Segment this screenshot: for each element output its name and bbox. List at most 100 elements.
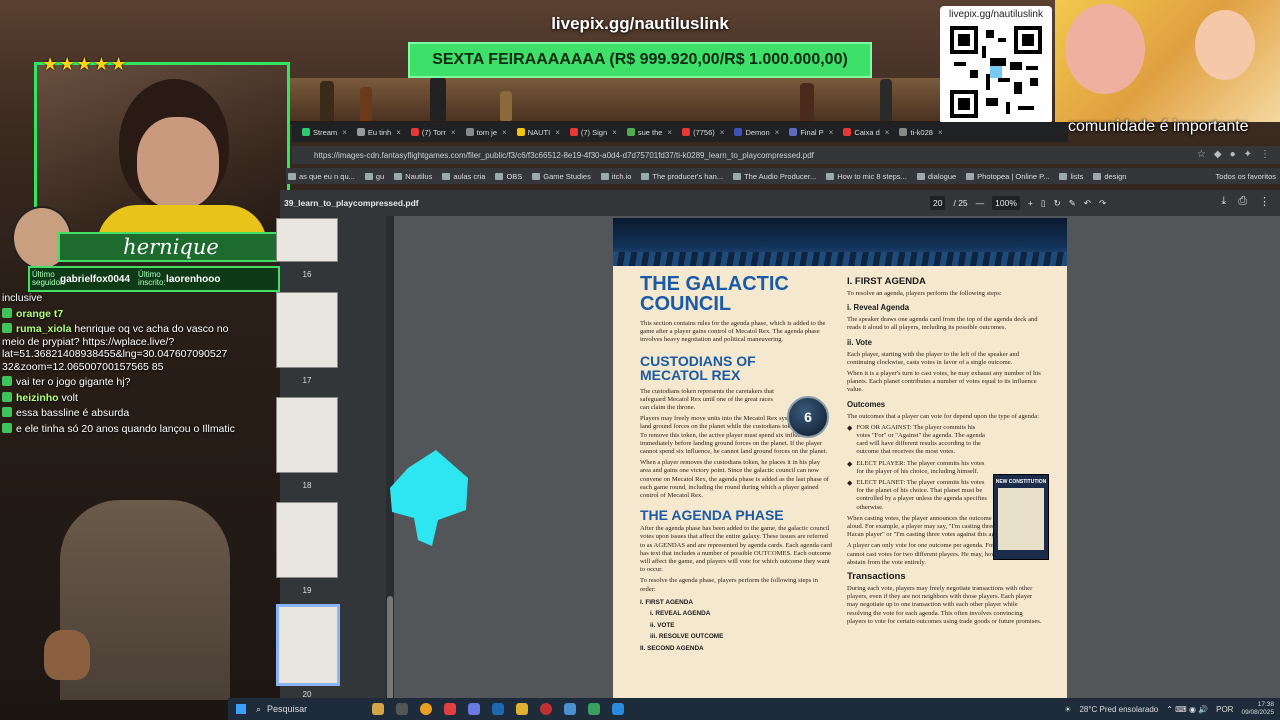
discord-icon[interactable] bbox=[468, 703, 480, 715]
page-thumbnail[interactable] bbox=[276, 397, 338, 473]
first-agenda-heading: I. FIRST AGENDA bbox=[847, 276, 926, 287]
puzzle-icon[interactable]: ✦ bbox=[1244, 149, 1252, 160]
steam-icon[interactable] bbox=[492, 703, 504, 715]
browser-tab[interactable]: Caixa d × bbox=[839, 124, 893, 140]
folder-icon bbox=[394, 172, 403, 180]
close-icon[interactable]: × bbox=[720, 128, 725, 137]
browser-tab[interactable]: NAUTI × bbox=[513, 124, 564, 140]
bookmark-item[interactable]: gu bbox=[364, 172, 384, 181]
all-bookmarks[interactable]: Todos os favoritos bbox=[1216, 172, 1280, 181]
page-thumbnail[interactable] bbox=[276, 292, 338, 368]
zoom-in-icon[interactable]: + bbox=[1028, 198, 1033, 208]
browser-tab[interactable]: tom je × bbox=[462, 124, 511, 140]
app-icon[interactable] bbox=[588, 703, 600, 715]
undo-icon[interactable]: ↶ bbox=[1084, 198, 1091, 209]
custodians-token: 6 bbox=[787, 396, 829, 438]
page-number-input[interactable]: 20 bbox=[930, 196, 946, 210]
page-thumbnail[interactable] bbox=[276, 218, 338, 262]
folder-icon[interactable] bbox=[516, 703, 528, 715]
browser-tab[interactable]: Demon × bbox=[730, 124, 783, 140]
close-icon[interactable]: × bbox=[885, 128, 890, 137]
language-indicator[interactable]: POR bbox=[1216, 705, 1233, 714]
browser-tab[interactable]: (7) Torr × bbox=[407, 124, 460, 140]
streamer-name-plate: hernique bbox=[58, 232, 284, 262]
books-icon[interactable] bbox=[372, 703, 384, 715]
close-icon[interactable]: × bbox=[829, 128, 834, 137]
zoom-level[interactable]: 100% bbox=[992, 196, 1020, 210]
thumbnail-number: 16 bbox=[302, 270, 312, 279]
browser-tab[interactable]: (7) Sign × bbox=[566, 124, 621, 140]
rotate-icon[interactable]: ↻ bbox=[1054, 198, 1061, 209]
bookmark-item[interactable]: How to mic 8 steps... bbox=[826, 172, 907, 181]
annotate-icon[interactable]: ✎ bbox=[1069, 198, 1076, 209]
zoom-out-icon[interactable]: — bbox=[976, 198, 985, 208]
weather-text[interactable]: 28°C Pred ensolarado bbox=[1079, 705, 1158, 714]
obs-icon[interactable] bbox=[540, 703, 552, 715]
browser-tab[interactable]: Stream × bbox=[298, 124, 351, 140]
fit-page-icon[interactable]: ▯ bbox=[1041, 198, 1046, 209]
extension-icon[interactable]: ● bbox=[1230, 149, 1236, 160]
bookmark-item[interactable]: aulas cria bbox=[442, 172, 485, 181]
browser-tab[interactable]: Final P × bbox=[785, 124, 837, 140]
bookmark-item[interactable]: The Audio Producer... bbox=[733, 172, 816, 181]
app-icon[interactable] bbox=[444, 703, 456, 715]
tab-favicon-icon bbox=[569, 128, 578, 136]
bookmark-item[interactable]: The producer's han... bbox=[641, 172, 723, 181]
tab-favicon-icon bbox=[682, 128, 691, 136]
star-icon[interactable]: ☆ bbox=[1197, 149, 1206, 160]
last-sub: laorenhooo bbox=[166, 273, 221, 285]
qr-code-icon bbox=[950, 26, 1042, 118]
clock[interactable]: 17:38 09/08/2025 bbox=[1241, 701, 1274, 717]
taskbar-search[interactable]: ⌕ Pesquisar bbox=[256, 704, 366, 715]
section-title: THE GALACTIC COUNCIL bbox=[640, 273, 789, 315]
bookmark-item[interactable]: Nautilus bbox=[394, 172, 432, 181]
extension-icons: ☆ ◆ ● ✦ ⋮ bbox=[1197, 149, 1270, 160]
bookmark-label: How to mic 8 steps... bbox=[837, 171, 907, 181]
chrome-icon[interactable] bbox=[420, 703, 432, 715]
page-thumbnail-selected[interactable] bbox=[276, 604, 340, 686]
download-icon[interactable]: ⤓ bbox=[1221, 195, 1226, 208]
bookmark-item[interactable]: design bbox=[1093, 172, 1126, 181]
bookmark-item[interactable]: dialogue bbox=[916, 172, 956, 181]
close-icon[interactable]: × bbox=[396, 128, 401, 137]
bookmark-label: Nautilus bbox=[405, 171, 433, 181]
app-icon[interactable] bbox=[612, 703, 624, 715]
close-icon[interactable]: × bbox=[502, 128, 507, 137]
page-thumbnail[interactable] bbox=[276, 502, 338, 578]
print-icon[interactable]: ⎙ bbox=[1238, 195, 1247, 208]
folder-icon bbox=[495, 172, 504, 180]
browser-tab[interactable]: sue the × bbox=[623, 124, 676, 140]
bottle-shelf bbox=[280, 77, 940, 124]
folder-icon bbox=[826, 172, 835, 180]
tab-favicon-icon bbox=[843, 128, 852, 136]
close-icon[interactable]: × bbox=[775, 128, 780, 137]
extension-icon[interactable]: ◆ bbox=[1214, 149, 1222, 160]
redo-icon[interactable]: ↷ bbox=[1099, 198, 1106, 209]
bookmark-item[interactable]: as que eu n qu... bbox=[288, 172, 355, 181]
pdf-page: THE GALACTIC COUNCIL This section contai… bbox=[613, 218, 1067, 698]
browser-tab[interactable]: ti-k028 × bbox=[895, 124, 946, 140]
more-icon[interactable]: ⋮ bbox=[1259, 195, 1270, 208]
browser-icon[interactable] bbox=[564, 703, 576, 715]
close-icon[interactable]: × bbox=[667, 128, 672, 137]
close-icon[interactable]: × bbox=[451, 128, 456, 137]
address-url[interactable]: https://images-cdn.fantasyflightgames.co… bbox=[314, 151, 814, 160]
bookmark-item[interactable]: itch.io bbox=[600, 172, 631, 181]
close-icon[interactable]: × bbox=[938, 128, 943, 137]
bookmark-item[interactable]: lists bbox=[1059, 172, 1083, 181]
bookmark-item[interactable]: Photopea | Online P... bbox=[966, 172, 1049, 181]
close-icon[interactable]: × bbox=[555, 128, 560, 137]
task-view-icon[interactable] bbox=[396, 703, 408, 715]
bookmark-item[interactable]: OBS bbox=[495, 172, 522, 181]
windows-start-icon[interactable] bbox=[236, 704, 246, 714]
close-icon[interactable]: × bbox=[612, 128, 617, 137]
address-bar[interactable]: https://images-cdn.fantasyflightgames.co… bbox=[292, 146, 1280, 164]
menu-icon[interactable]: ⋮ bbox=[1260, 149, 1270, 160]
bookmark-item[interactable]: Game Studies bbox=[532, 172, 591, 181]
close-icon[interactable]: × bbox=[342, 128, 347, 137]
tray-icons[interactable]: ⌃ ⌨ ◉ 🔊 bbox=[1166, 705, 1208, 714]
browser-tab[interactable]: Eu tinh × bbox=[353, 124, 405, 140]
page-header-art bbox=[613, 218, 1067, 266]
badge-icon bbox=[2, 422, 12, 433]
browser-tab[interactable]: (7756) × bbox=[678, 124, 728, 140]
